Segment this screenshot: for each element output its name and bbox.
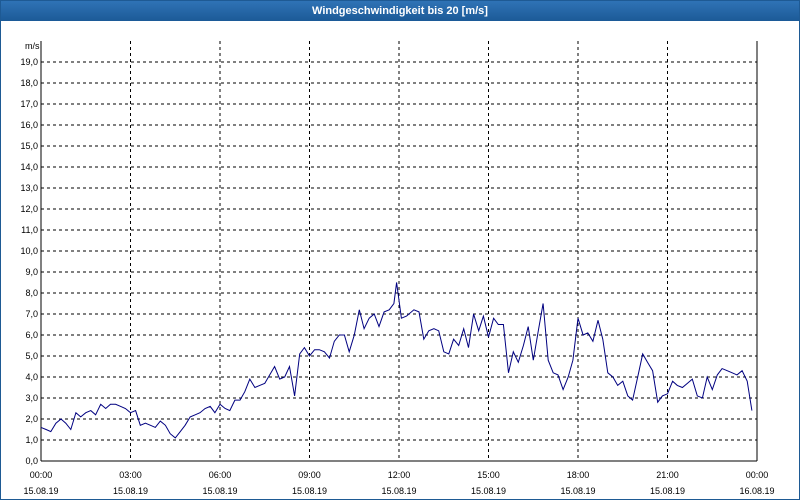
y-tick-label: 18,0 xyxy=(20,78,38,88)
chart-grid xyxy=(41,41,757,461)
x-tick-time-label: 15:00 xyxy=(477,470,500,480)
y-tick-label: 1,0 xyxy=(25,435,38,445)
y-tick-label: 15,0 xyxy=(20,141,38,151)
y-tick-labels: 0,0 1,0 2,0 3,0 4,0 5,0 6,0 7,0 8,0 9,0 10,0 11,0 12… xyxy=(20,57,38,466)
wind-speed-line xyxy=(40,282,753,439)
y-tick-label: 10,0 xyxy=(20,246,38,256)
x-tick-time-label: 00:00 xyxy=(746,470,769,480)
x-tick-time-label: 06:00 xyxy=(209,470,232,480)
x-tick-labels: 00:00 15.08.19 03:00 15.08.19 06:00 15.08.19 0… xyxy=(23,470,774,496)
x-tick-date-label: 15.08.19 xyxy=(292,486,327,496)
x-tick-time-label: 03:00 xyxy=(119,470,142,480)
y-tick-label: 0,0 xyxy=(25,456,38,466)
y-tick-label: 2,0 xyxy=(25,414,38,424)
y-axis-unit-label: m/s xyxy=(25,41,40,51)
y-tick-label: 19,0 xyxy=(20,57,38,67)
x-tick-date-label: 15.08.19 xyxy=(471,486,506,496)
y-tick-label: 7,0 xyxy=(25,309,38,319)
x-tick-date-label: 15.08.19 xyxy=(381,486,416,496)
y-tick-label: 14,0 xyxy=(20,162,38,172)
y-tick-label: 5,0 xyxy=(25,351,38,361)
y-tick-label: 17,0 xyxy=(20,99,38,109)
y-tick-label: 4,0 xyxy=(25,372,38,382)
x-tick-date-label: 15.08.19 xyxy=(113,486,148,496)
wind-speed-chart: 0,0 1,0 2,0 3,0 4,0 5,0 6,0 7,0 8,0 9,0 10,0 11,0 12… xyxy=(20,41,775,496)
y-tick-label: 13,0 xyxy=(20,183,38,193)
y-tick-label: 12,0 xyxy=(20,204,38,214)
y-tick-label: 16,0 xyxy=(20,120,38,130)
x-tick-time-label: 00:00 xyxy=(30,470,53,480)
y-tick-label: 6,0 xyxy=(25,330,38,340)
x-tick-date-label: 15.08.19 xyxy=(560,486,595,496)
y-tick-label: 11,0 xyxy=(21,225,38,235)
y-tick-label: 9,0 xyxy=(25,267,38,277)
x-tick-date-label: 15.08.19 xyxy=(650,486,685,496)
x-tick-date-label: 15.08.19 xyxy=(23,486,58,496)
x-tick-time-label: 21:00 xyxy=(656,470,679,480)
x-tick-date-label: 15.08.19 xyxy=(202,486,237,496)
y-tick-label: 8,0 xyxy=(25,288,38,298)
y-tick-label: 3,0 xyxy=(25,393,38,403)
x-tick-time-label: 18:00 xyxy=(567,470,590,480)
x-tick-time-label: 09:00 xyxy=(298,470,321,480)
chart-series xyxy=(40,282,753,439)
x-tick-time-label: 12:00 xyxy=(388,470,411,480)
x-tick-date-label: 16.08.19 xyxy=(739,486,774,496)
chart-window: Windgeschwindigkeit bis 20 [m/s] 0,0 1,0 2… xyxy=(0,0,800,500)
